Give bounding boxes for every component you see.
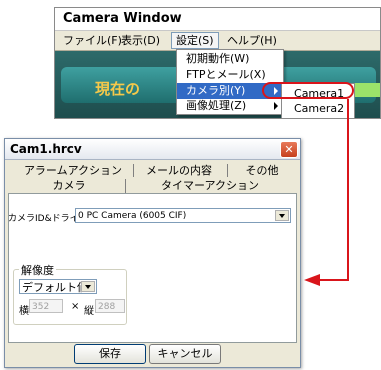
close-icon[interactable]: ✕: [280, 141, 298, 158]
tab-timer-action[interactable]: タイマーアクション: [155, 178, 265, 193]
tab-camera[interactable]: カメラ: [29, 178, 109, 193]
resolution-group-label: 解像度: [19, 262, 56, 278]
tab-alarm-action[interactable]: アラームアクション: [23, 163, 123, 178]
menu-item-image-processing[interactable]: 画像処理(Z): [177, 98, 283, 114]
height-input[interactable]: 288: [95, 299, 125, 313]
menu-bar: ファイル(F) 表示(D) 設定(S) ヘルプ(H): [55, 31, 380, 51]
connector-line-horizontal: [318, 279, 349, 281]
submenu-item-label: Camera2: [294, 102, 345, 115]
menu-view[interactable]: 表示(D): [117, 33, 164, 48]
tab-divider: [133, 164, 134, 177]
menu-item-label: カメラ別(Y): [186, 84, 246, 97]
dialog-titlebar: Cam1.hrcv ✕: [5, 139, 300, 160]
arrow-left-icon: [304, 274, 320, 286]
dialog-title: Cam1.hrcv: [10, 142, 82, 156]
menu-file[interactable]: ファイル(F): [59, 33, 126, 48]
tab-divider: [125, 179, 126, 193]
width-label: 横: [19, 306, 29, 317]
menu-item-ftp-mail[interactable]: FTPとメール(X): [177, 67, 283, 83]
tab-mail-content[interactable]: メールの内容: [139, 163, 219, 178]
cancel-button[interactable]: キャンセル: [149, 344, 221, 364]
chevron-down-icon[interactable]: [275, 210, 289, 221]
content-label: 現在の: [95, 80, 141, 98]
resolution-select[interactable]: デフォルト値: [19, 279, 97, 294]
height-label: 縦: [84, 306, 94, 317]
camera-window-title: Camera Window: [55, 8, 380, 31]
menu-item-initial-action[interactable]: 初期動作(W): [177, 51, 283, 67]
times-sign: ×: [71, 301, 80, 312]
submenu-arrow-icon: [274, 102, 278, 110]
camera-driver-select[interactable]: 0 PC Camera (6005 CIF): [75, 208, 291, 223]
menu-item-label: 初期動作(W): [186, 52, 250, 65]
menu-settings[interactable]: 設定(S): [171, 32, 219, 49]
connector-line-vertical: [347, 99, 349, 280]
camera-driver-value: 0 PC Camera (6005 CIF): [78, 211, 187, 221]
submenu-item-camera2[interactable]: Camera2: [282, 101, 354, 116]
menu-item-label: FTPとメール(X): [186, 68, 266, 81]
tab-other[interactable]: その他: [237, 163, 287, 178]
width-input[interactable]: 352: [29, 299, 63, 313]
menu-help[interactable]: ヘルプ(H): [223, 33, 281, 48]
resolution-value: デフォルト値: [22, 281, 88, 294]
tab-divider: [227, 164, 228, 177]
menu-item-label: 画像処理(Z): [186, 99, 247, 112]
chevron-down-icon[interactable]: [81, 281, 95, 292]
highlight-oval: [262, 82, 354, 99]
camera-settings-dialog: Cam1.hrcv ✕ アラームアクション メールの内容 その他 カメラ タイマ…: [4, 138, 301, 368]
save-button[interactable]: 保存: [74, 344, 146, 364]
